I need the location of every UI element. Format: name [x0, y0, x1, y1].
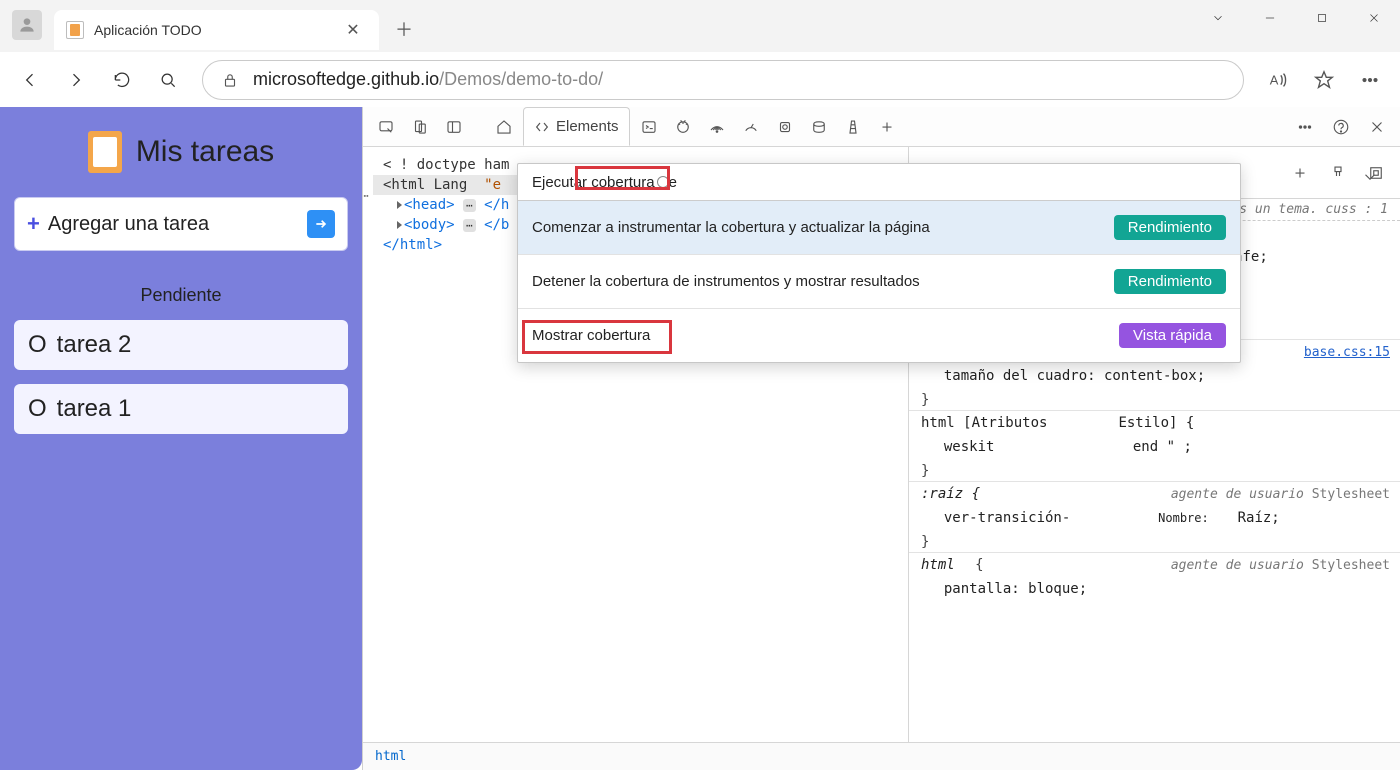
- browser-titlebar: Aplicación TODO ✕ ＋: [0, 0, 1400, 52]
- perf-badge: Rendimiento: [1114, 269, 1226, 294]
- task-radio[interactable]: O: [28, 395, 47, 423]
- browser-toolbar: microsoftedge.github.io/Demos/demo-to-do…: [0, 52, 1400, 107]
- tab-favicon: [66, 21, 84, 39]
- sources-tab-icon[interactable]: [668, 112, 698, 142]
- lighthouse-tab-icon[interactable]: [838, 112, 868, 142]
- browser-tab[interactable]: Aplicación TODO ✕: [54, 10, 379, 50]
- task-item[interactable]: Otarea 1: [14, 384, 348, 434]
- read-aloud-button[interactable]: A: [1258, 60, 1298, 100]
- style-prop[interactable]: ver-transición- Nombre: Raíz;: [909, 506, 1400, 530]
- styles-chevron[interactable]: [1356, 163, 1384, 191]
- window-minimize[interactable]: [1244, 0, 1296, 36]
- command-menu: Ejecutar coberturae Comenzar a instrumen…: [517, 163, 1241, 363]
- plus-icon: +: [27, 211, 40, 237]
- add-task-input[interactable]: +Agregar una tarea: [14, 197, 348, 251]
- new-tab-button[interactable]: ＋: [389, 14, 419, 44]
- sidebar-toggle-icon[interactable]: [439, 112, 469, 142]
- welcome-tab-icon[interactable]: [489, 112, 519, 142]
- application-tab-icon[interactable]: [804, 112, 834, 142]
- tab-close-button[interactable]: ✕: [341, 18, 365, 42]
- highlight-box: [522, 320, 672, 354]
- style-prop[interactable]: pantalla: bloque;: [909, 577, 1400, 601]
- elements-tab[interactable]: Elements: [523, 107, 630, 146]
- more-tabs-button[interactable]: [872, 112, 902, 142]
- add-task-label: +Agregar una tarea: [27, 211, 209, 237]
- window-maximize[interactable]: [1296, 0, 1348, 36]
- selector-row[interactable]: html [Atributos Estilo] {: [909, 411, 1400, 435]
- memory-tab-icon[interactable]: [770, 112, 800, 142]
- device-icon[interactable]: [405, 112, 435, 142]
- pending-label: Pendiente: [14, 265, 348, 306]
- svg-text:A: A: [1270, 72, 1279, 87]
- performance-tab-icon[interactable]: [736, 112, 766, 142]
- selector-row[interactable]: :raíz {agente de usuario Stylesheet: [909, 482, 1400, 506]
- command-item[interactable]: Comenzar a instrumentar la cobertura y a…: [518, 200, 1240, 254]
- inspect-icon[interactable]: [371, 112, 401, 142]
- app-title: Mis tareas: [136, 135, 274, 169]
- devtools-help-icon[interactable]: [1326, 112, 1356, 142]
- more-menu-button[interactable]: [1350, 60, 1390, 100]
- brush-icon[interactable]: [1324, 159, 1352, 187]
- favorite-button[interactable]: [1304, 60, 1344, 100]
- clipboard-icon: [88, 131, 122, 173]
- address-bar[interactable]: microsoftedge.github.io/Demos/demo-to-do…: [202, 60, 1244, 100]
- devtools-close-icon[interactable]: [1362, 112, 1392, 142]
- devtools-more-icon[interactable]: [1290, 112, 1320, 142]
- lock-icon: [221, 71, 239, 89]
- tab-overflow-chevron[interactable]: [1192, 0, 1244, 36]
- nav-search-button[interactable]: [148, 60, 188, 100]
- new-style-icon[interactable]: [1286, 159, 1314, 187]
- window-close[interactable]: [1348, 0, 1400, 36]
- highlight-box: [575, 166, 670, 190]
- nav-back-button[interactable]: [10, 60, 50, 100]
- url-text: microsoftedge.github.io/Demos/demo-to-do…: [253, 69, 603, 90]
- command-item[interactable]: Detener la cobertura de instrumentos y m…: [518, 254, 1240, 308]
- command-search[interactable]: Ejecutar coberturae: [518, 164, 1240, 200]
- profile-avatar[interactable]: [12, 10, 42, 40]
- window-controls: [1192, 0, 1400, 36]
- tab-title: Aplicación TODO: [94, 22, 341, 38]
- dom-breadcrumb[interactable]: html: [363, 742, 1400, 770]
- todo-app: Mis tareas +Agregar una tarea Pendiente …: [0, 107, 362, 770]
- nav-forward-button[interactable]: [56, 60, 96, 100]
- devtools-tabbar: Elements: [363, 107, 1400, 147]
- dom-overflow-icon[interactable]: ⋯: [363, 189, 369, 204]
- nav-refresh-button[interactable]: [102, 60, 142, 100]
- app-header: Mis tareas: [14, 125, 348, 183]
- task-radio[interactable]: O: [28, 331, 47, 359]
- style-prop[interactable]: tamaño del cuadro: content-box;: [909, 364, 1400, 388]
- command-item[interactable]: Mostrar cobertura Vista rápida: [518, 308, 1240, 362]
- selector-row[interactable]: html {agente de usuario Stylesheet: [909, 553, 1400, 577]
- source-link[interactable]: base.css:15: [1304, 345, 1390, 360]
- perf-badge: Rendimiento: [1114, 215, 1226, 240]
- task-item[interactable]: Otarea 2: [14, 320, 348, 370]
- network-tab-icon[interactable]: [702, 112, 732, 142]
- console-tab-icon[interactable]: [634, 112, 664, 142]
- quickview-badge: Vista rápida: [1119, 323, 1226, 348]
- add-task-submit[interactable]: [307, 210, 335, 238]
- style-prop[interactable]: weskit end " ;: [909, 435, 1400, 459]
